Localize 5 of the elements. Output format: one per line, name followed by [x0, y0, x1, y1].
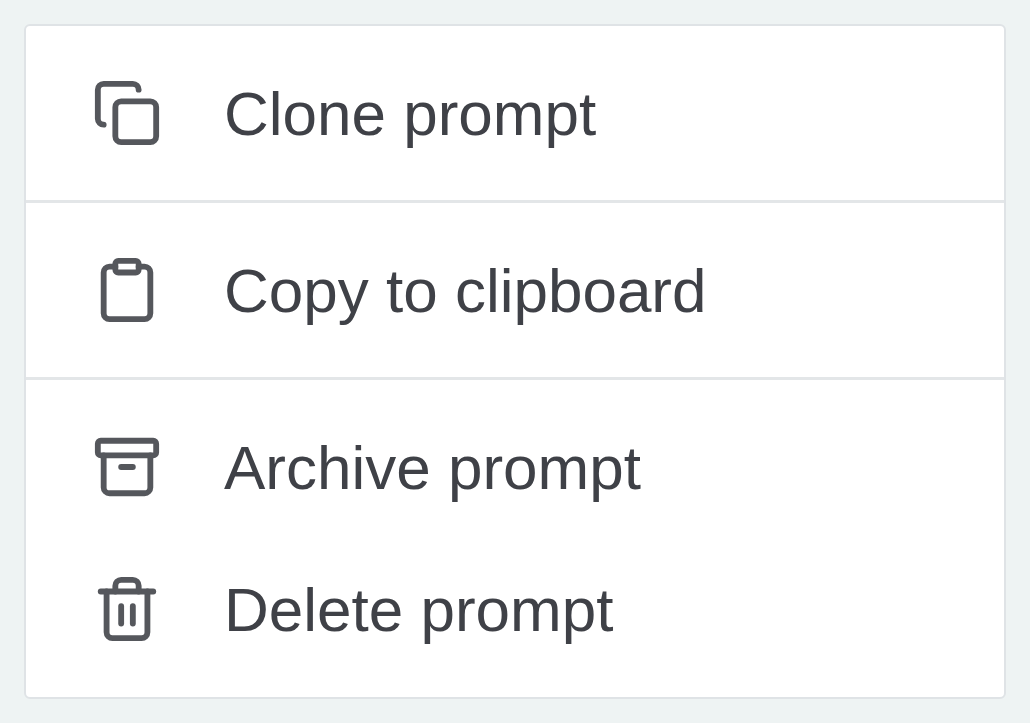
menu-item[interactable]: Copy to clipboard	[26, 219, 1004, 361]
menu-item[interactable]: Delete prompt	[26, 538, 1004, 680]
copy-icon	[92, 78, 162, 148]
menu-item[interactable]: Clone prompt	[26, 42, 1004, 184]
menu-item[interactable]: Archive prompt	[26, 396, 1004, 538]
